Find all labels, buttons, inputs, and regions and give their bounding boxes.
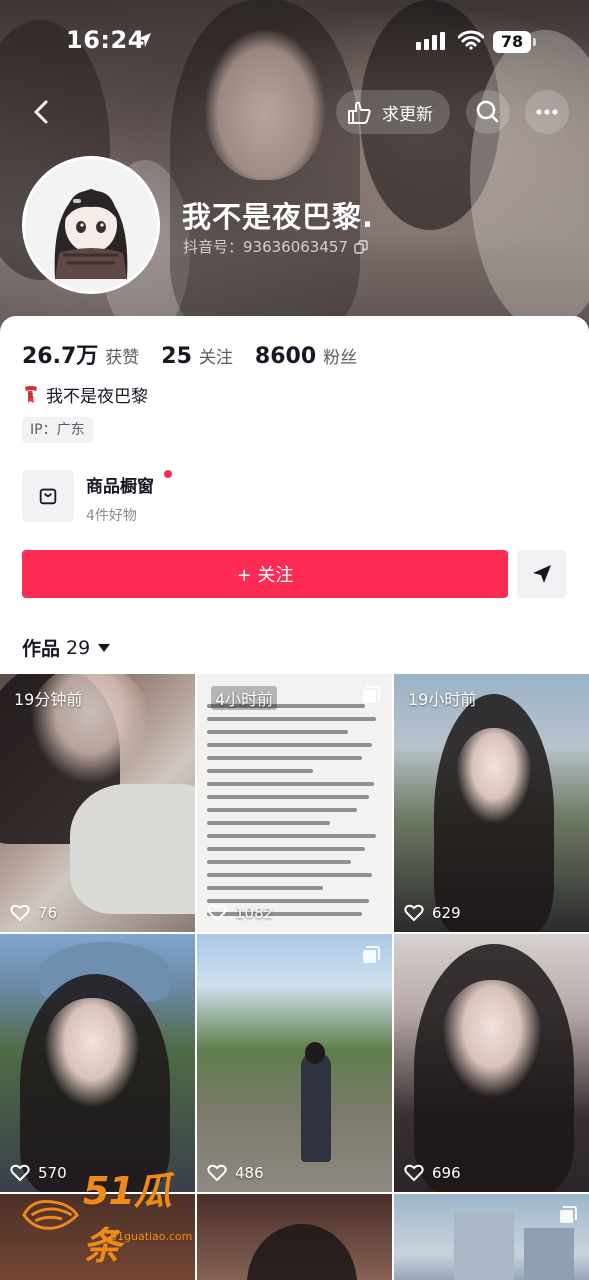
bio: 我不是夜巴黎 [22,382,148,407]
watermark-logo: 51瓜条 51guatiao.com [22,1169,202,1268]
video-tile[interactable] [197,1194,392,1280]
heart-outline-icon [404,904,424,922]
video-likes: 629 [404,904,461,922]
video-likes-count: 76 [38,904,58,922]
video-time: 4小时前 [211,686,278,710]
avatar-illustration [25,159,157,291]
ip-location-tag: IP：广东 [22,417,93,443]
douyin-id[interactable]: 抖音号：93636063457 [183,236,368,257]
profile-stats: 26.7万 获赞 25 关注 8600 粉丝 [22,338,379,370]
video-likes-count: 486 [235,1164,264,1182]
stat-following-label: 关注 [198,348,233,368]
request-update-button[interactable]: 求更新 [336,90,450,134]
video-likes: 76 [10,904,57,922]
back-button[interactable] [22,90,62,134]
chevron-left-icon [34,100,48,124]
video-likes-count: 629 [432,904,461,922]
scarf-emoji-icon [25,385,37,403]
stat-following[interactable]: 25 关注 [161,343,233,369]
video-likes: 570 [10,1164,67,1182]
video-likes-count: 570 [38,1164,67,1182]
video-tile[interactable] [394,1194,589,1280]
video-tile[interactable]: 570 [0,934,195,1192]
profile-panel: 26.7万 获赞 25 关注 8600 粉丝 我不是夜巴黎 IP：广东 商品橱窗 [0,316,589,1280]
stat-likes[interactable]: 26.7万 获赞 [22,338,139,370]
text-screenshot-content [207,704,383,925]
stat-followers[interactable]: 8600 粉丝 [255,343,357,369]
shop-title: 商品橱窗 [86,477,154,497]
search-icon [476,100,499,123]
video-likes: 486 [207,1164,264,1182]
avatar[interactable] [22,156,160,294]
status-time: 16:24 [66,26,145,54]
status-bar: 16:24 78 [0,0,589,80]
wifi-icon [458,30,484,50]
video-likes: 1082 [207,904,273,922]
multi-image-icon [560,1206,577,1223]
cellular-signal-icon [416,32,445,50]
multi-image-icon [363,686,380,703]
video-tile[interactable]: 696 [394,934,589,1192]
request-update-label: 求更新 [382,104,433,125]
heart-outline-icon [10,904,30,922]
profile-name: 我不是夜巴黎. [182,200,375,234]
send-arrow-icon [533,565,551,583]
battery-indicator: 78 [493,31,536,53]
video-tile[interactable]: 19小时前 629 [394,674,589,932]
location-arrow-icon [137,33,151,47]
copy-icon[interactable] [354,239,368,254]
stat-followers-label: 粉丝 [323,348,358,368]
heart-outline-icon [10,1164,30,1182]
more-dots-icon [536,109,558,115]
follow-button[interactable]: + 关注 [22,550,508,598]
video-likes-count: 1082 [235,904,274,922]
works-tab-count: 29 [66,636,91,659]
works-tab-label: 作品 [22,638,61,660]
watermark-brand: 51瓜条 [83,1169,172,1268]
watermark-melon-icon [22,1200,80,1230]
more-options-button[interactable] [525,90,569,134]
video-time: 19分钟前 [14,690,83,709]
share-button[interactable] [517,550,567,598]
video-time: 19小时前 [408,690,477,709]
watermark-url: 51guatiao.com [110,1230,193,1243]
heart-outline-icon [207,1164,227,1182]
shopping-bag-icon [39,488,57,505]
heart-outline-icon [404,1164,424,1182]
multi-image-icon [363,946,380,963]
stat-likes-label: 获赞 [105,348,140,368]
notification-dot [164,470,172,478]
hand-point-icon [348,101,371,124]
caret-down-icon [98,643,111,652]
search-button[interactable] [466,90,510,134]
video-tile[interactable]: 19分钟前 76 [0,674,195,932]
stat-followers-value: 8600 [254,344,317,369]
shop-subtitle: 4件好物 [86,508,137,524]
heart-outline-icon [207,904,227,922]
shop-window-entry[interactable]: 商品橱窗 4件好物 [22,470,322,524]
video-tile[interactable]: 4小时前 1082 [197,674,392,932]
douyin-id-text: 抖音号：93636063457 [183,238,348,256]
shop-icon-box [22,470,74,522]
works-tab[interactable]: 作品 29 [22,634,111,661]
stat-following-value: 25 [161,344,192,369]
video-tile[interactable]: 486 [197,934,392,1192]
video-likes: 696 [404,1164,461,1182]
stat-likes-value: 26.7万 [22,344,99,369]
video-likes-count: 696 [432,1164,461,1182]
bio-text: 我不是夜巴黎 [46,387,148,407]
